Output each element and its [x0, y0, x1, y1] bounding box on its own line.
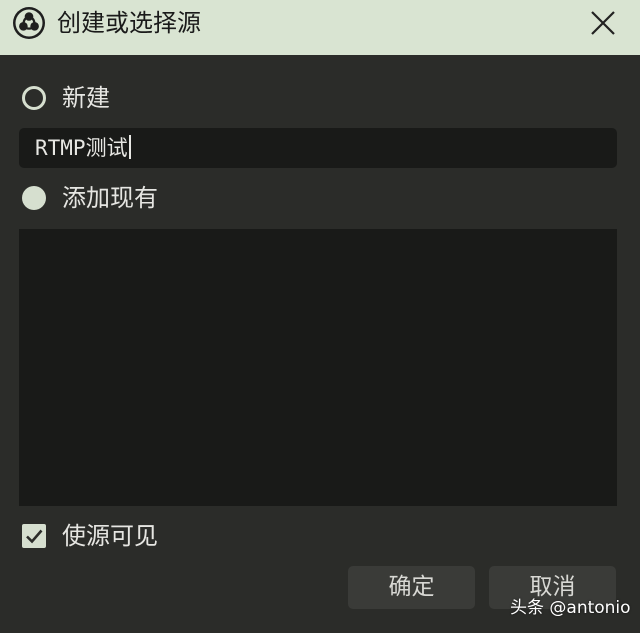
- title-bar: 创建或选择源: [0, 0, 640, 55]
- radio-add-existing-label: 添加现有: [62, 184, 158, 212]
- watermark: 头条 @antonio: [510, 598, 631, 618]
- text-caret: [128, 135, 131, 159]
- existing-sources-list[interactable]: [19, 229, 617, 506]
- dialog-title: 创建或选择源: [57, 9, 201, 37]
- source-name-value: RTMP测试: [35, 136, 128, 160]
- checkbox-checked-icon[interactable]: [22, 524, 46, 548]
- ok-button[interactable]: 确定: [348, 566, 475, 609]
- make-source-visible-label: 使源可见: [62, 522, 158, 550]
- obs-logo-icon: [13, 7, 45, 39]
- radio-add-existing-indicator[interactable]: [22, 186, 46, 210]
- source-name-input[interactable]: RTMP测试: [19, 128, 617, 168]
- create-select-source-dialog: 创建或选择源 新建 RTMP测试 添加现有 使源可见 确定 取消 头条 @ant…: [0, 0, 640, 633]
- radio-new-label: 新建: [62, 84, 110, 112]
- close-icon[interactable]: [584, 4, 622, 42]
- radio-new-indicator[interactable]: [22, 86, 46, 110]
